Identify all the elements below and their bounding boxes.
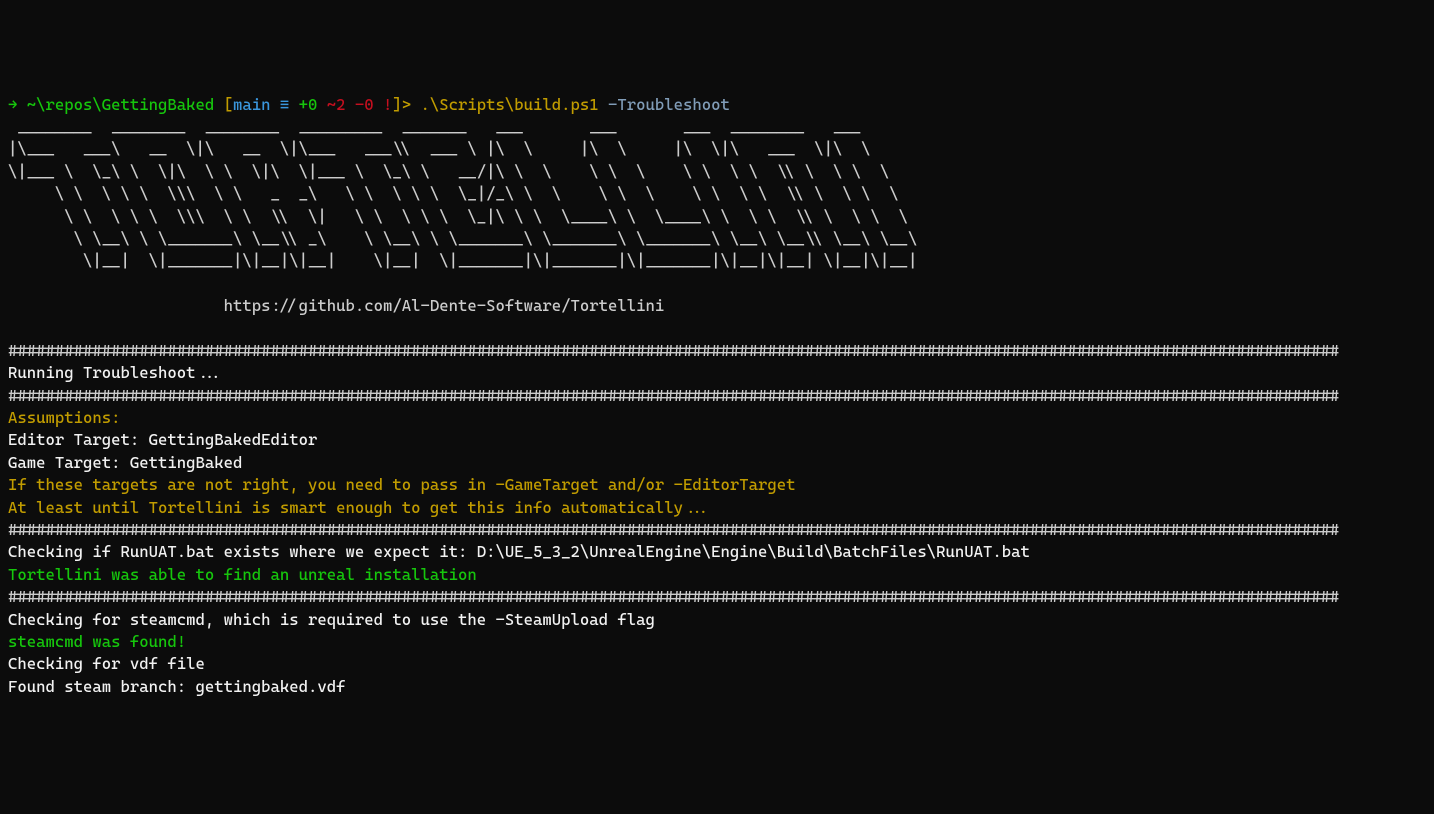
- command-text: .\Scripts\build.ps1: [421, 95, 609, 114]
- bracket-close: ]: [392, 95, 401, 114]
- checking-runuat: Checking if RunUAT.bat exists where we e…: [8, 541, 1426, 563]
- project-url: https://github.com/Al-Dente-Software/Tor…: [8, 295, 1426, 317]
- ascii-art-line: \ \ \ \ \ \\\ \ \ \\ \| \ \ \ \ \ \_|\ \…: [8, 206, 1426, 228]
- git-dirty: !: [383, 95, 392, 114]
- found-branch: Found steam branch: gettingbaked.vdf: [8, 676, 1426, 698]
- git-modified: ~2: [327, 95, 355, 114]
- ascii-art-line: \ \ \ \ \ \\\ \ \ _ _\ \ \ \ \ \ \_|/_\ …: [8, 183, 1426, 205]
- blank-line: [8, 317, 1426, 339]
- assumptions-header: Assumptions:: [8, 407, 1426, 429]
- bracket-open: [: [224, 95, 233, 114]
- game-target: Game Target: GettingBaked: [8, 452, 1426, 474]
- prompt-path: ~\repos\GettingBaked: [27, 95, 224, 114]
- status-running: Running Troubleshoot...: [8, 362, 1426, 384]
- ascii-art-line: \|___ \ \_\ \ \|\ \ \ \|\ \|___ \ \_\ \ …: [8, 161, 1426, 183]
- warning-auto: At least until Tortellini is smart enoug…: [8, 497, 1426, 519]
- found-unreal: Tortellini was able to find an unreal in…: [8, 564, 1426, 586]
- git-branch: main: [233, 95, 280, 114]
- blank-line: [8, 273, 1426, 295]
- prompt-chevron: >: [402, 95, 421, 114]
- prompt-line[interactable]: → ~\repos\GettingBaked [main ≡ +0 ~2 -0 …: [8, 94, 1426, 116]
- command-argument: -Troubleshoot: [608, 95, 730, 114]
- ascii-art-line: ________ ________ ________ _________ ___…: [8, 116, 1426, 138]
- steamcmd-found: steamcmd was found!: [8, 631, 1426, 653]
- ascii-art-line: \ \__\ \ \_______\ \__\\ _\ \ \__\ \ \__…: [8, 228, 1426, 250]
- ascii-art-line: |\___ ___\ __ \|\ __ \|\___ ___\\ ___ \ …: [8, 138, 1426, 160]
- git-deleted: -0: [355, 95, 383, 114]
- ascii-art-line: \|__| \|_______|\|__|\|__| \|__| \|_____…: [8, 250, 1426, 272]
- checking-steamcmd: Checking for steamcmd, which is required…: [8, 609, 1426, 631]
- terminal-output: → ~\repos\GettingBaked [main ≡ +0 ~2 -0 …: [8, 94, 1426, 699]
- separator-line: ########################################…: [8, 385, 1426, 407]
- separator-line: ########################################…: [8, 586, 1426, 608]
- editor-target: Editor Target: GettingBakedEditor: [8, 429, 1426, 451]
- separator-line: ########################################…: [8, 519, 1426, 541]
- warning-targets: If these targets are not right, you need…: [8, 474, 1426, 496]
- separator-line: ########################################…: [8, 340, 1426, 362]
- git-equals: ≡: [280, 95, 299, 114]
- checking-vdf: Checking for vdf file: [8, 653, 1426, 675]
- git-added: +0: [299, 95, 327, 114]
- prompt-arrow: →: [8, 95, 27, 114]
